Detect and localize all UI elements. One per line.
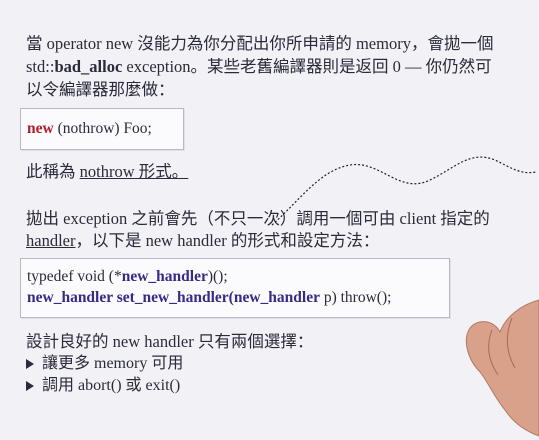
- slide: 當 operator new 沒能力為你分配出你所申請的 memory，會拋一個…: [0, 0, 539, 440]
- annotation-overlay: [271, 156, 539, 437]
- presenter-hand-icon: [465, 299, 539, 437]
- annotation-squiggle-icon: [271, 156, 537, 226]
